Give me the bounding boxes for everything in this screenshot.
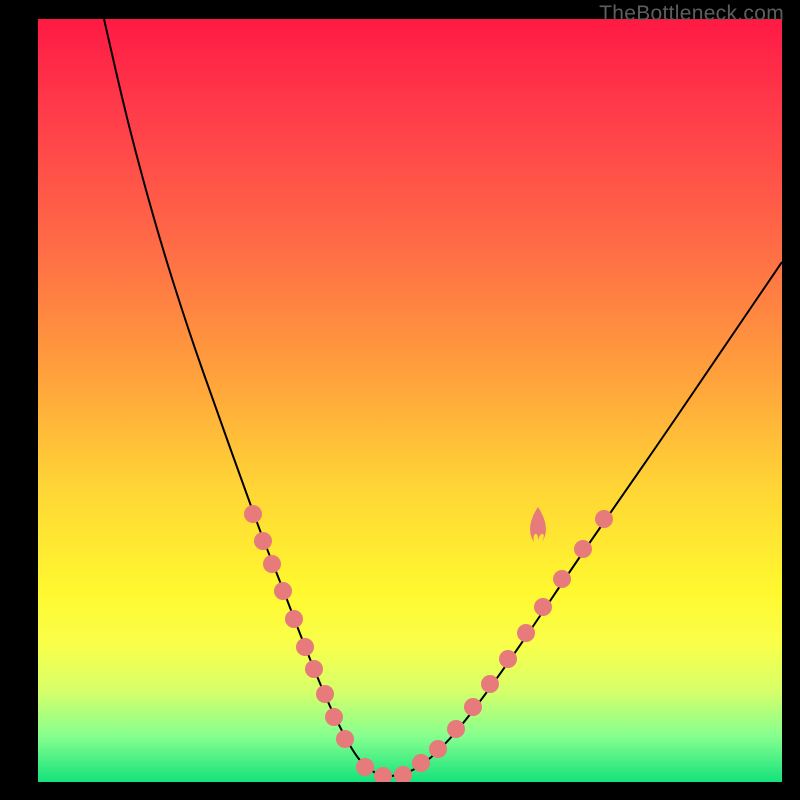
sample-point	[285, 610, 303, 628]
sample-point	[517, 624, 535, 642]
sample-point	[481, 675, 499, 693]
sample-point	[553, 570, 571, 588]
sample-point	[374, 767, 392, 782]
sample-points-group	[244, 505, 613, 782]
sample-point	[305, 660, 323, 678]
sample-point	[464, 698, 482, 716]
sample-point	[316, 685, 334, 703]
sample-point	[499, 650, 517, 668]
bottleneck-curve	[104, 19, 782, 776]
watermark-text: TheBottleneck.com	[599, 2, 784, 26]
flame-icon	[530, 507, 546, 542]
sample-point	[274, 582, 292, 600]
plot-area	[38, 19, 782, 782]
sample-point	[263, 555, 281, 573]
sample-point	[574, 540, 592, 558]
sample-point	[244, 505, 262, 523]
sample-point	[447, 720, 465, 738]
chart-overlay	[38, 19, 782, 782]
sample-point	[534, 598, 552, 616]
sample-point	[595, 510, 613, 528]
sample-point	[254, 532, 272, 550]
chart-frame: TheBottleneck.com	[0, 0, 800, 800]
sample-point	[336, 730, 354, 748]
sample-point	[429, 740, 447, 758]
sample-point	[412, 754, 430, 772]
sample-point	[394, 766, 412, 782]
sample-point	[356, 758, 374, 776]
sample-point	[296, 638, 314, 656]
sample-point	[325, 708, 343, 726]
